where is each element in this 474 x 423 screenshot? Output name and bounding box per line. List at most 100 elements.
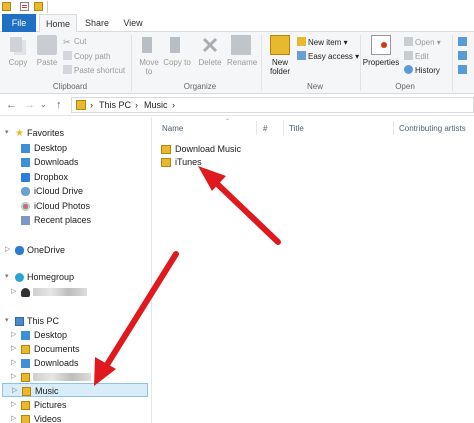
nav-icloud-drive[interactable]: iCloud Drive: [0, 184, 150, 198]
properties-icon[interactable]: [20, 2, 29, 11]
select-none-button[interactable]: [458, 51, 469, 62]
downloads-icon: [21, 158, 30, 167]
select-icon: [458, 37, 467, 46]
rename-button[interactable]: Rename: [227, 35, 257, 79]
redacted-folder-name: [33, 373, 91, 381]
back-button[interactable]: ←: [6, 98, 17, 112]
tab-home[interactable]: Home: [39, 14, 77, 33]
easy-access-button[interactable]: Easy access ▾: [297, 51, 359, 62]
ribbon-tabs: File Home Share View: [0, 14, 474, 33]
nav-pc-music[interactable]: ▷ Music: [2, 383, 148, 397]
delete-button[interactable]: Delete: [196, 35, 224, 79]
nav-dropbox[interactable]: Dropbox: [0, 170, 150, 184]
nav-label: Favorites: [27, 128, 65, 138]
nav-pc-desktop[interactable]: ▷ Desktop: [0, 328, 150, 342]
nav-onedrive[interactable]: ▷ OneDrive: [0, 243, 150, 257]
file-row-download-music[interactable]: Download Music: [161, 143, 281, 156]
nav-homegroup[interactable]: ▾ Homegroup: [0, 270, 150, 284]
column-contributing-artists[interactable]: Contributing artists: [399, 124, 466, 133]
copy-button[interactable]: Copy: [4, 35, 32, 79]
nav-pc-pictures[interactable]: ▷ Pictures: [0, 398, 150, 412]
computer-icon: [15, 317, 24, 326]
nav-favorites[interactable]: ▾ ★ Favorites: [0, 126, 150, 140]
music-folder-icon: [76, 100, 86, 110]
history-label: History: [415, 66, 440, 75]
organize-group-label: Organize: [183, 82, 217, 91]
file-name: iTunes: [175, 157, 202, 167]
toolbar-divider: [47, 1, 48, 13]
cut-button[interactable]: ✂ Cut: [63, 37, 86, 48]
new-group-label: New: [306, 82, 323, 91]
breadcrumb-this-pc[interactable]: This PC: [99, 99, 131, 111]
copy-path-button[interactable]: Copy path: [63, 51, 110, 62]
nav-this-pc[interactable]: ▾ This PC: [0, 314, 150, 328]
column-name[interactable]: Name: [162, 124, 183, 133]
nav-label: iCloud Drive: [34, 186, 84, 196]
nav-pc-downloads[interactable]: ▷ Downloads: [0, 356, 150, 370]
properties-button[interactable]: Properties: [362, 35, 400, 79]
group-divider: [360, 35, 361, 91]
delete-label: Delete: [198, 58, 222, 67]
column-divider[interactable]: [283, 121, 284, 135]
group-divider: [131, 35, 132, 91]
paste-button[interactable]: Paste: [33, 35, 61, 79]
nav-label: This PC: [27, 316, 60, 326]
tab-share[interactable]: Share: [80, 14, 114, 32]
address-bar-row: ← → ⌄ ↑ › This PC › Music ›: [0, 94, 474, 116]
forward-button[interactable]: →: [24, 98, 35, 112]
open-button[interactable]: Open ▾: [404, 37, 441, 48]
breadcrumb-separator[interactable]: ›: [90, 99, 93, 111]
nav-pc-videos[interactable]: ▷ Videos: [0, 412, 150, 423]
column-divider[interactable]: [256, 121, 257, 135]
move-to-label: Move to: [139, 58, 159, 76]
folder-icon[interactable]: [2, 2, 11, 11]
videos-folder-icon: [21, 415, 30, 423]
nav-pc-documents[interactable]: ▷ Documents: [0, 342, 150, 356]
desktop-icon: [21, 144, 30, 153]
file-list: ⌃ Name # Title Contributing artists Down…: [153, 117, 474, 423]
copy-to-button[interactable]: Copy to: [163, 35, 191, 79]
up-button[interactable]: ↑: [56, 98, 62, 112]
nav-recent-places[interactable]: Recent places: [0, 213, 150, 227]
move-to-button[interactable]: Move to: [135, 35, 163, 79]
tab-view[interactable]: View: [116, 14, 150, 32]
nav-downloads[interactable]: Downloads: [0, 155, 150, 169]
column-divider[interactable]: [393, 121, 394, 135]
downloads-icon: [21, 359, 30, 368]
file-row-itunes[interactable]: iTunes: [161, 156, 281, 169]
column-number[interactable]: #: [263, 124, 267, 133]
copy-to-label: Copy to: [163, 58, 191, 67]
desktop-icon: [21, 331, 30, 340]
select-all-button[interactable]: [458, 37, 469, 48]
new-item-icon: [297, 37, 306, 46]
copy-to-icon: [167, 35, 187, 55]
new-item-button[interactable]: New item ▾: [297, 37, 348, 48]
new-folder-button[interactable]: New folder: [265, 35, 295, 79]
address-input[interactable]: › This PC › Music ›: [71, 97, 474, 113]
breadcrumb-music[interactable]: Music: [144, 99, 168, 111]
cut-label: Cut: [74, 37, 87, 46]
breadcrumb-separator[interactable]: ›: [135, 99, 138, 111]
nav-icloud-photos[interactable]: iCloud Photos: [0, 199, 150, 213]
paste-shortcut-button[interactable]: Paste shortcut: [63, 65, 125, 76]
invert-selection-button[interactable]: [458, 65, 469, 76]
nav-pc-blurred[interactable]: ▷: [0, 370, 150, 384]
breadcrumb-separator[interactable]: ›: [172, 99, 175, 111]
history-button[interactable]: History: [404, 65, 440, 76]
redacted-username: [33, 288, 87, 296]
paste-shortcut-label: Paste shortcut: [74, 66, 126, 75]
new-folder-icon: [270, 35, 290, 55]
properties-label: Properties: [362, 58, 400, 67]
nav-desktop[interactable]: Desktop: [0, 141, 150, 155]
nav-label: Music: [35, 386, 59, 396]
recent-places-icon: [21, 216, 30, 225]
nav-homegroup-user[interactable]: ▷: [0, 285, 150, 299]
folder-icon: [21, 373, 30, 382]
edit-button[interactable]: Edit: [404, 51, 429, 62]
edit-label: Edit: [415, 52, 429, 61]
recent-locations-button[interactable]: ⌄: [40, 98, 47, 112]
column-title[interactable]: Title: [289, 124, 304, 133]
new-folder-icon[interactable]: [34, 2, 43, 11]
sort-caret-icon: ⌃: [225, 119, 231, 125]
tab-file[interactable]: File: [2, 14, 36, 32]
